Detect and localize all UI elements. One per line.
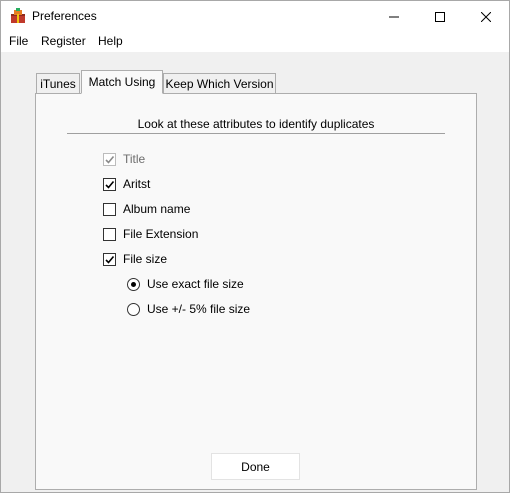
- approx-size-radio-row[interactable]: Use +/- 5% file size: [127, 301, 250, 317]
- title-checkbox-label: Title: [123, 152, 146, 166]
- file-size-checkbox-row[interactable]: File size: [103, 251, 167, 267]
- file-extension-checkbox-row[interactable]: File Extension: [103, 226, 198, 242]
- checkmark-icon: [105, 180, 115, 189]
- album-name-checkbox-label: Album name: [123, 202, 191, 216]
- minimize-button[interactable]: [371, 1, 417, 32]
- preferences-window: Preferences File Register Help iTunes Ma…: [0, 0, 510, 493]
- close-icon: [481, 11, 491, 22]
- title-checkbox[interactable]: [103, 152, 116, 166]
- file-extension-checkbox-label: File Extension: [123, 227, 199, 241]
- exact-size-radio-row[interactable]: Use exact file size: [127, 276, 244, 292]
- menu-register[interactable]: Register: [41, 34, 86, 48]
- artist-checkbox[interactable]: [103, 177, 116, 191]
- section-divider: [67, 133, 445, 134]
- menu-bar: File Register Help: [1, 32, 509, 52]
- title-checkbox-row[interactable]: Title: [103, 151, 145, 167]
- close-button[interactable]: [463, 1, 509, 32]
- artist-checkbox-label: Aritst: [123, 177, 151, 191]
- file-size-checkbox-label: File size: [123, 252, 168, 266]
- menu-file[interactable]: File: [9, 34, 28, 48]
- tab-itunes[interactable]: iTunes: [36, 73, 80, 93]
- radio-selected-dot: [131, 281, 136, 287]
- maximize-button[interactable]: [417, 1, 463, 32]
- window-title: Preferences: [32, 9, 97, 23]
- menu-help[interactable]: Help: [98, 34, 123, 48]
- album-name-checkbox[interactable]: [103, 202, 116, 216]
- checkmark-icon: [105, 155, 115, 164]
- title-bar[interactable]: Preferences: [1, 1, 509, 32]
- approx-size-radio[interactable]: [127, 302, 140, 316]
- approx-size-radio-label: Use +/- 5% file size: [147, 302, 251, 316]
- exact-size-radio[interactable]: [127, 277, 140, 291]
- artist-checkbox-row[interactable]: Aritst: [103, 176, 150, 192]
- checkmark-icon: [105, 255, 115, 264]
- file-size-checkbox[interactable]: [103, 252, 116, 266]
- tab-match-using[interactable]: Match Using: [81, 70, 163, 94]
- minimize-icon: [389, 16, 399, 17]
- done-button[interactable]: Done: [211, 453, 300, 480]
- exact-size-radio-label: Use exact file size: [147, 277, 244, 291]
- tab-keep-which-version[interactable]: Keep Which Version: [163, 73, 276, 93]
- section-heading: Look at these attributes to identify dup…: [137, 117, 375, 131]
- file-extension-checkbox[interactable]: [103, 227, 116, 241]
- tab-panel-match-using: [35, 93, 477, 490]
- app-icon: [11, 8, 25, 23]
- maximize-icon: [435, 11, 445, 22]
- album-name-checkbox-row[interactable]: Album name: [103, 201, 190, 217]
